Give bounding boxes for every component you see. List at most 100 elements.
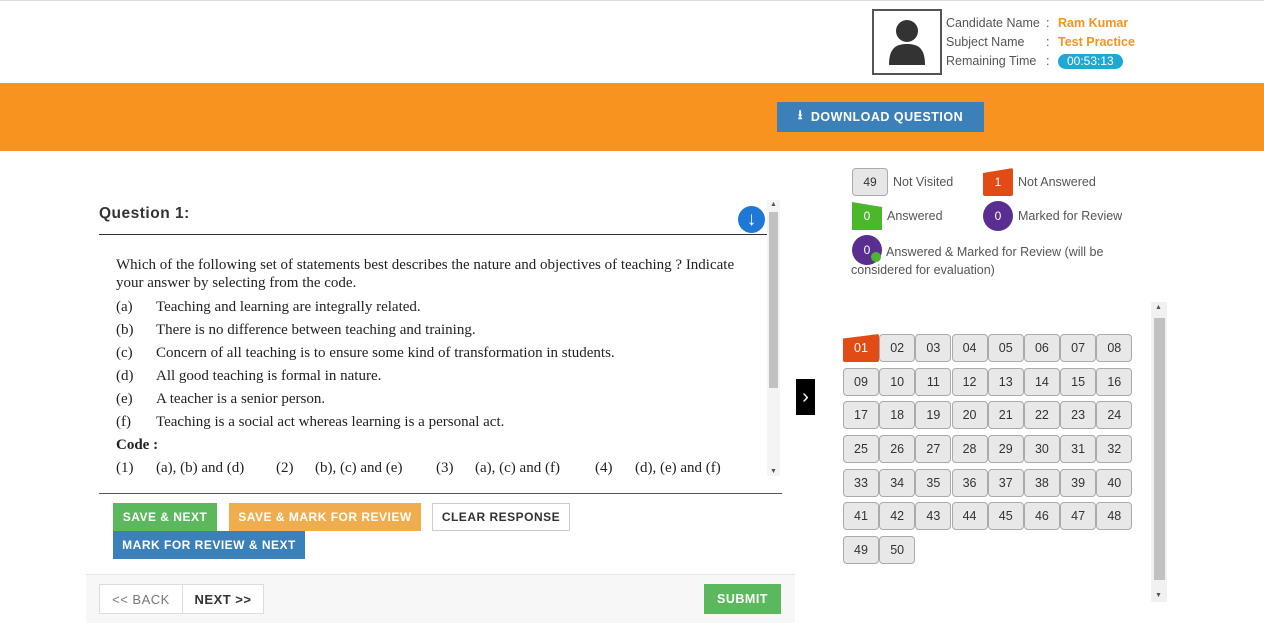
question-number-button[interactable]: 12 xyxy=(951,367,988,396)
download-icon: ⭳ xyxy=(797,107,803,122)
option-text: Teaching is a social act whereas learnin… xyxy=(156,414,505,430)
separator: : xyxy=(1046,54,1050,68)
question-number-button[interactable]: 48 xyxy=(1096,502,1133,531)
save-mark-review-button[interactable]: SAVE & MARK FOR REVIEW xyxy=(229,503,421,531)
question-number-button[interactable]: 04 xyxy=(951,334,988,362)
question-number-button[interactable]: 40 xyxy=(1096,468,1133,497)
question-number-button[interactable]: 31 xyxy=(1060,435,1097,464)
question-title: Question 1: xyxy=(99,205,190,222)
question-number-button[interactable]: 01 xyxy=(843,334,879,362)
question-number-button[interactable]: 07 xyxy=(1060,334,1097,362)
question-stem: Which of the following set of statements… xyxy=(116,257,735,291)
scroll-down-icon[interactable]: ↓ xyxy=(738,206,765,233)
question-scrollbar[interactable]: ▲ ▼ xyxy=(767,200,780,476)
question-number-button[interactable]: 24 xyxy=(1096,401,1133,430)
mark-review-next-button[interactable]: MARK FOR REVIEW & NEXT xyxy=(113,531,305,559)
back-button[interactable]: << BACK xyxy=(99,584,183,614)
question-number-button[interactable]: 45 xyxy=(987,502,1024,531)
scroll-up-arrow-icon[interactable]: ▲ xyxy=(770,201,777,208)
question-number-button[interactable]: 50 xyxy=(879,536,916,565)
divider xyxy=(99,493,782,494)
question-number-button[interactable]: 27 xyxy=(915,435,952,464)
question-number-button[interactable]: 30 xyxy=(1023,435,1060,464)
question-option: (e) A teacher is a senior person. xyxy=(116,390,764,413)
question-number-button[interactable]: 09 xyxy=(843,367,879,396)
question-number-button[interactable]: 05 xyxy=(987,334,1024,362)
question-number-button[interactable]: 17 xyxy=(843,401,879,430)
question-number-button[interactable]: 06 xyxy=(1023,334,1060,362)
legend-answered: 0 Answered xyxy=(852,202,943,230)
legend-label: Answered & Marked for Review (will be co… xyxy=(851,243,1131,279)
question-number-button[interactable]: 33 xyxy=(843,468,879,497)
clear-response-button[interactable]: CLEAR RESPONSE xyxy=(432,503,570,531)
question-number-button[interactable]: 37 xyxy=(987,468,1024,497)
question-number-button[interactable]: 26 xyxy=(879,435,916,464)
question-number-button[interactable]: 46 xyxy=(1023,502,1060,531)
question-number-button[interactable]: 34 xyxy=(879,468,916,497)
option-key: (a) xyxy=(116,299,133,315)
top-header: Candidate Name: Ram Kumar Subject Name: Te… xyxy=(0,0,1264,83)
question-number-button[interactable]: 44 xyxy=(951,502,988,531)
question-number-button[interactable]: 41 xyxy=(843,502,879,531)
collapse-panel-chevron-icon[interactable]: › xyxy=(796,379,815,415)
candidate-name: Ram Kumar xyxy=(1058,16,1129,30)
question-number-button[interactable]: 25 xyxy=(843,435,879,464)
question-number-button[interactable]: 11 xyxy=(915,367,952,396)
remaining-time: 00:53:13 xyxy=(1058,54,1123,69)
question-number-button[interactable]: 28 xyxy=(951,435,988,464)
save-next-button[interactable]: SAVE & NEXT xyxy=(113,503,217,531)
question-number-button[interactable]: 42 xyxy=(879,502,916,531)
question-number-button[interactable]: 16 xyxy=(1096,367,1133,396)
next-button[interactable]: NEXT >> xyxy=(182,584,264,614)
question-number-button[interactable]: 03 xyxy=(915,334,952,362)
question-number-button[interactable]: 14 xyxy=(1023,367,1060,396)
remaining-time-label: Remaining Time xyxy=(946,54,1037,68)
option-text: Teaching and learning are integrally rel… xyxy=(156,299,421,315)
question-number-button[interactable]: 13 xyxy=(987,367,1024,396)
code-text: (b), (c) and (e) xyxy=(315,460,403,476)
submit-button[interactable]: SUBMIT xyxy=(704,584,781,614)
user-avatar-icon xyxy=(889,20,925,65)
scrollbar-thumb[interactable] xyxy=(1154,318,1165,580)
question-number-button[interactable]: 19 xyxy=(915,401,952,430)
subject-name-label: Subject Name xyxy=(946,35,1025,49)
option-key: (b) xyxy=(116,322,134,338)
code-text: (a), (c) and (f) xyxy=(475,460,560,476)
scroll-down-arrow-icon[interactable]: ▼ xyxy=(770,468,777,475)
scrollbar-thumb[interactable] xyxy=(769,212,778,388)
question-number-button[interactable]: 35 xyxy=(915,468,952,497)
separator: : xyxy=(1046,16,1050,30)
scroll-down-arrow-icon[interactable]: ▼ xyxy=(1155,592,1162,599)
question-number-button[interactable]: 29 xyxy=(987,435,1024,464)
code-heading: Code : xyxy=(116,437,159,453)
question-number-button[interactable]: 38 xyxy=(1023,468,1060,497)
question-number-button[interactable]: 49 xyxy=(843,536,879,565)
question-number-button[interactable]: 39 xyxy=(1060,468,1097,497)
legend-label: Answered xyxy=(887,209,943,223)
question-number-button[interactable]: 47 xyxy=(1060,502,1097,531)
code-key: (1) xyxy=(116,460,134,476)
question-grid: 01 02 03 04 05 06 07 08 09 10 11 12 13 14 15 16 17 18 19 20… xyxy=(843,334,1143,565)
divider xyxy=(99,234,767,235)
download-question-button[interactable]: ⭳ DOWNLOAD QUESTION xyxy=(777,102,984,132)
palette-scrollbar[interactable]: ▲ ▼ xyxy=(1151,302,1167,602)
code-key: (3) xyxy=(436,460,454,476)
question-number-button[interactable]: 10 xyxy=(879,367,916,396)
question-number-button[interactable]: 21 xyxy=(987,401,1024,430)
question-number-button[interactable]: 02 xyxy=(879,334,916,362)
question-number-button[interactable]: 23 xyxy=(1060,401,1097,430)
status-legend: 49 Not Visited 1 Not Answered 0 Answered… xyxy=(846,160,1136,284)
question-body: Which of the following set of statements… xyxy=(116,256,764,482)
question-number-button[interactable]: 20 xyxy=(951,401,988,430)
marked-review-badge: 0 xyxy=(983,201,1013,231)
scroll-up-arrow-icon[interactable]: ▲ xyxy=(1155,304,1162,311)
question-number-button[interactable]: 18 xyxy=(879,401,916,430)
question-number-button[interactable]: 15 xyxy=(1060,367,1097,396)
question-number-button[interactable]: 43 xyxy=(915,502,952,531)
not-answered-badge: 1 xyxy=(983,168,1013,196)
question-number-button[interactable]: 32 xyxy=(1096,435,1133,464)
question-number-button[interactable]: 08 xyxy=(1096,334,1133,362)
legend-answered-marked-label: Answered & Marked for Review (will be co… xyxy=(851,245,1104,277)
question-number-button[interactable]: 36 xyxy=(951,468,988,497)
question-number-button[interactable]: 22 xyxy=(1023,401,1060,430)
